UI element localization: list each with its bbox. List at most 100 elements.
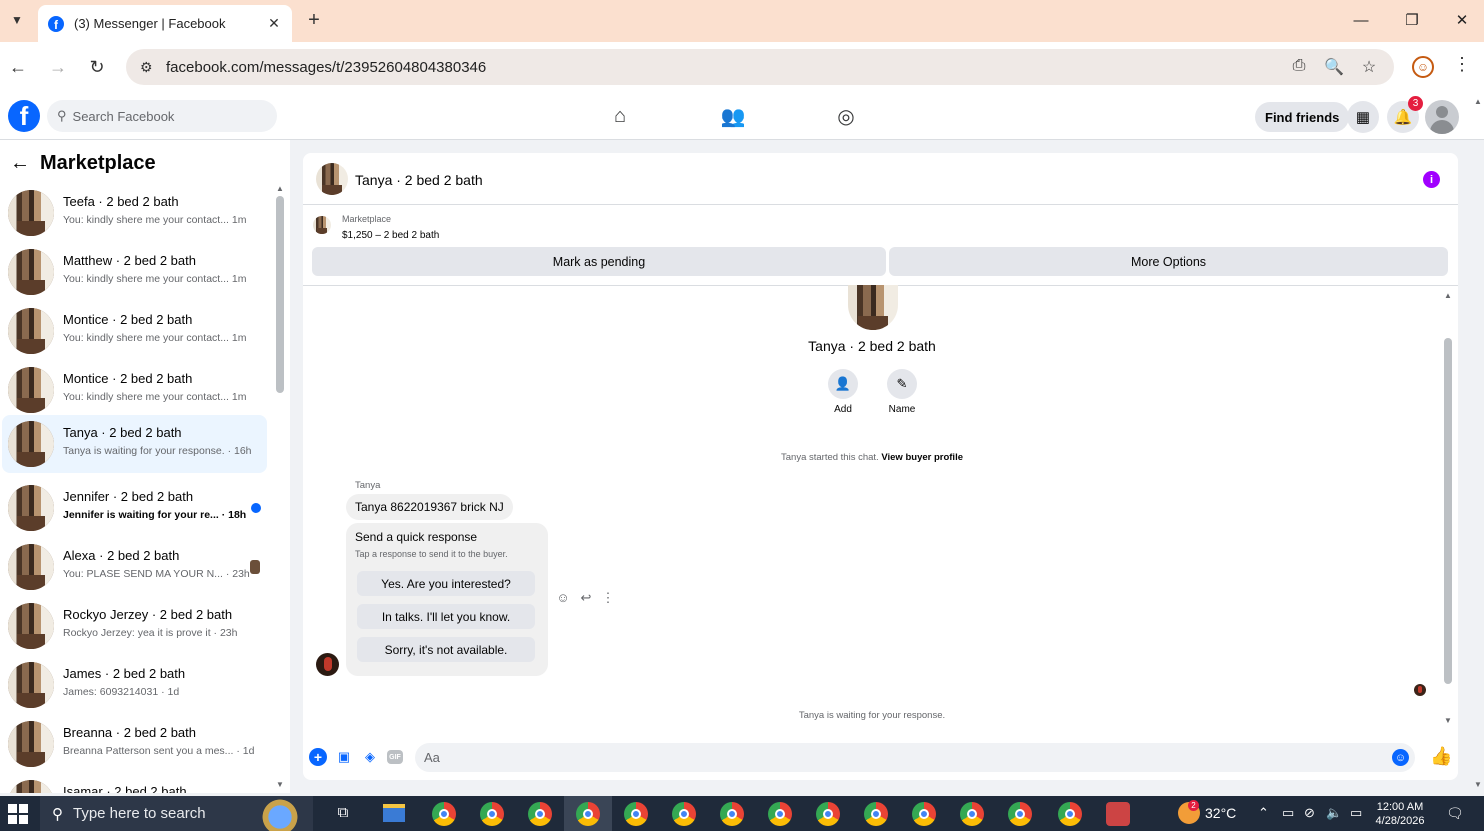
scroll-down-arrow-icon[interactable]: ▼ bbox=[1444, 716, 1452, 725]
search-highlight-image[interactable] bbox=[248, 796, 312, 831]
menu-grid-icon[interactable]: ▦ bbox=[1347, 101, 1379, 133]
bookmark-star-icon[interactable]: ☆ bbox=[1358, 57, 1380, 77]
network-off-icon[interactable]: ⊘ bbox=[1304, 805, 1315, 821]
conversation-item[interactable]: Montice · 2 bed 2 bath You: kindly shere… bbox=[2, 361, 267, 419]
forward-arrow-icon[interactable]: → bbox=[46, 55, 70, 79]
window-close-button[interactable]: ✕ bbox=[1447, 8, 1477, 32]
friends-icon[interactable]: 👥 bbox=[720, 104, 746, 128]
chat-scrollbar[interactable] bbox=[1444, 338, 1452, 684]
conversation-item[interactable]: Montice · 2 bed 2 bath You: kindly shere… bbox=[2, 302, 267, 360]
install-app-icon[interactable]: ⎙ bbox=[1288, 57, 1310, 75]
new-tab-button[interactable]: + bbox=[302, 8, 326, 32]
sender-name: Tanya bbox=[355, 480, 381, 491]
address-bar[interactable]: ⚙ facebook.com/messages/t/23952604804380… bbox=[126, 49, 1394, 85]
scroll-up-arrow-icon[interactable]: ▲ bbox=[276, 184, 284, 193]
chrome-icon[interactable] bbox=[480, 802, 504, 826]
minimize-button[interactable]: — bbox=[1346, 8, 1376, 32]
browser-tab[interactable]: f (3) Messenger | Facebook ✕ bbox=[38, 5, 292, 42]
mark-as-pending-button[interactable]: Mark as pending bbox=[312, 247, 886, 276]
gif-icon[interactable]: GIF bbox=[387, 750, 403, 764]
react-emoji-icon[interactable]: ☺ bbox=[555, 590, 571, 605]
site-settings-icon[interactable]: ⚙ bbox=[140, 59, 158, 76]
meet-now-icon[interactable]: ▭ bbox=[1282, 805, 1294, 821]
photo-icon[interactable]: ▣ bbox=[335, 748, 353, 766]
conversation-item[interactable]: Alexa · 2 bed 2 bath You: PLASE SEND MA … bbox=[2, 538, 267, 596]
conversation-item-active[interactable]: Tanya · 2 bed 2 bath Tanya is waiting fo… bbox=[2, 415, 267, 473]
message-composer[interactable]: ☺ bbox=[415, 743, 1415, 772]
chrome-icon[interactable] bbox=[1008, 802, 1032, 826]
chevron-up-icon[interactable]: ⌃ bbox=[1258, 805, 1269, 821]
close-icon[interactable]: ✕ bbox=[266, 15, 282, 32]
view-buyer-profile-link[interactable]: View buyer profile bbox=[881, 452, 963, 463]
quick-response-button[interactable]: Sorry, it's not available. bbox=[357, 637, 535, 662]
zoom-icon[interactable]: 🔍 bbox=[1323, 57, 1345, 77]
chrome-icon[interactable] bbox=[720, 802, 744, 826]
chrome-icon[interactable] bbox=[768, 802, 792, 826]
conversation-item[interactable]: James · 2 bed 2 bath James: 6093214031 ·… bbox=[2, 656, 267, 714]
edit-pencil-icon[interactable]: ✎ bbox=[887, 369, 917, 399]
chrome-icon[interactable] bbox=[528, 802, 552, 826]
windows-start-icon[interactable] bbox=[8, 804, 28, 824]
file-explorer-icon[interactable] bbox=[383, 804, 405, 822]
reload-icon[interactable]: ↻ bbox=[85, 55, 109, 79]
chevron-down-icon[interactable]: ▼ bbox=[4, 8, 30, 32]
chrome-icon[interactable] bbox=[912, 802, 936, 826]
sticker-icon[interactable]: ◈ bbox=[361, 748, 379, 766]
quick-response-button[interactable]: Yes. Are you interested? bbox=[357, 571, 535, 596]
chrome-icon[interactable] bbox=[864, 802, 888, 826]
restore-button[interactable]: ❐ bbox=[1397, 8, 1427, 32]
conversation-item[interactable]: Jennifer · 2 bed 2 bath Jennifer is wait… bbox=[2, 479, 267, 537]
find-friends-button[interactable]: Find friends bbox=[1255, 102, 1350, 132]
page-scroll-up-icon[interactable]: ▲ bbox=[1474, 97, 1482, 106]
facebook-logo-icon[interactable]: f bbox=[8, 100, 40, 132]
display-icon[interactable]: ▭ bbox=[1350, 805, 1362, 821]
facebook-search-input[interactable] bbox=[72, 108, 253, 124]
conversation-item[interactable]: Matthew · 2 bed 2 bath You: kindly shere… bbox=[2, 243, 267, 301]
facebook-search[interactable]: ⚲ bbox=[47, 100, 277, 132]
chrome-icon[interactable] bbox=[960, 802, 984, 826]
started-text: Tanya started this chat. bbox=[781, 452, 879, 463]
scroll-up-arrow-icon[interactable]: ▲ bbox=[1444, 291, 1452, 300]
chrome-icon[interactable] bbox=[624, 802, 648, 826]
chrome-icon[interactable] bbox=[672, 802, 696, 826]
groups-icon[interactable]: ◎ bbox=[833, 104, 859, 128]
app-icon[interactable] bbox=[1106, 802, 1130, 826]
sender-avatar[interactable] bbox=[316, 653, 339, 676]
conversation-item[interactable]: Teefa · 2 bed 2 bath You: kindly shere m… bbox=[2, 184, 267, 242]
chrome-icon[interactable] bbox=[576, 802, 600, 826]
conversation-item[interactable]: Isamar · 2 bed 2 bath bbox=[2, 774, 267, 793]
chrome-icon[interactable] bbox=[1058, 802, 1082, 826]
volume-icon[interactable]: 🔈 bbox=[1326, 805, 1342, 821]
home-icon[interactable]: ⌂ bbox=[607, 104, 633, 128]
account-avatar[interactable] bbox=[1425, 100, 1459, 134]
info-icon[interactable]: i bbox=[1423, 171, 1440, 188]
reply-icon[interactable]: ↩ bbox=[578, 590, 594, 606]
message-input[interactable] bbox=[424, 750, 1364, 765]
more-options-button[interactable]: More Options bbox=[889, 247, 1448, 276]
profile-icon[interactable]: ☺ bbox=[1412, 56, 1434, 78]
listing-price[interactable]: $1,250 – 2 bed 2 bath bbox=[342, 230, 439, 241]
emoji-icon[interactable]: ☺ bbox=[1392, 749, 1409, 766]
notification-center-icon[interactable]: 🗨 bbox=[1446, 805, 1464, 822]
chat-title[interactable]: Tanya · 2 bed 2 bath bbox=[355, 172, 483, 188]
chat-avatar[interactable] bbox=[316, 163, 348, 195]
more-dots-icon[interactable]: ⋮ bbox=[600, 590, 616, 606]
sidebar-scrollbar[interactable] bbox=[276, 196, 284, 393]
chrome-icon[interactable] bbox=[816, 802, 840, 826]
task-view-icon[interactable]: ⧉ bbox=[333, 804, 353, 824]
clock[interactable]: 12:00 AM 4/28/2026 bbox=[1370, 800, 1430, 828]
temperature-text[interactable]: 32°C bbox=[1205, 805, 1236, 821]
conversation-item[interactable]: Breanna · 2 bed 2 bath Breanna Patterson… bbox=[2, 715, 267, 773]
quick-response-button[interactable]: In talks. I'll let you know. bbox=[357, 604, 535, 629]
scroll-down-arrow-icon[interactable]: ▼ bbox=[276, 780, 284, 789]
back-arrow-icon[interactable]: ← bbox=[10, 152, 30, 175]
message-bubble[interactable]: Tanya 8622019367 brick NJ bbox=[346, 494, 513, 520]
page-scroll-down-icon[interactable]: ▼ bbox=[1474, 780, 1482, 789]
add-person-icon[interactable]: 👤 bbox=[828, 369, 858, 399]
plus-icon[interactable]: + bbox=[309, 748, 327, 766]
browser-menu-icon[interactable]: ⋮ bbox=[1452, 54, 1472, 75]
thumbs-up-icon[interactable]: 👍 bbox=[1430, 746, 1452, 767]
chrome-icon[interactable] bbox=[432, 802, 456, 826]
back-arrow-icon[interactable]: ← bbox=[6, 55, 30, 79]
conversation-item[interactable]: Rockyo Jerzey · 2 bed 2 bath Rockyo Jerz… bbox=[2, 597, 267, 655]
